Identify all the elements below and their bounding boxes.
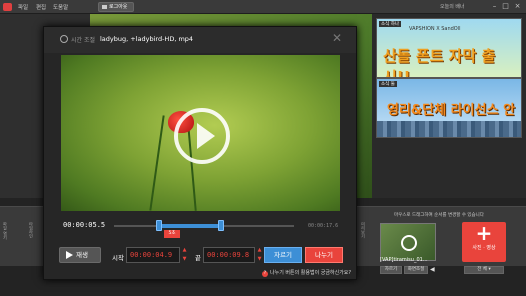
end-down-icon[interactable]: ▼: [256, 256, 263, 263]
clip-thumbnail[interactable]: [380, 223, 436, 261]
control-bar: 재생 시작 00:00:04.9 ▲ ▼ 끝 00:00:09.8 ▲ ▼ 자르…: [59, 243, 344, 267]
trim-dialog: 시간 조절 ladybug, +ladybird-HD, mp4 ✕ 00:00…: [43, 26, 357, 280]
banner-label: 오늘의 배너: [440, 4, 465, 10]
ad-subtitle: VAPSHION X SandOll: [409, 26, 461, 32]
dialog-header: 시간 조절 ladybug, +ladybird-HD, mp4 ✕: [44, 27, 356, 53]
logout-button[interactable]: 로그아웃: [98, 2, 134, 12]
logo-icon: [3, 3, 12, 11]
end-handle[interactable]: [218, 220, 224, 231]
big-play-icon[interactable]: [174, 108, 230, 164]
start-down-icon[interactable]: ▼: [181, 256, 188, 263]
speaker-icon[interactable]: ◀: [430, 266, 435, 273]
total-time: 00:00:17.6: [308, 223, 339, 229]
split-button[interactable]: 나누기: [305, 247, 343, 263]
question-icon: ?: [262, 271, 268, 277]
close-icon[interactable]: ✕: [332, 31, 342, 45]
end-label: 끝: [195, 254, 201, 262]
ad-headline: 산돌 폰트 자막 출시!!: [383, 47, 496, 78]
cut-button[interactable]: 자르기: [264, 247, 302, 263]
play-button[interactable]: 재생: [59, 247, 101, 263]
start-up-icon[interactable]: ▲: [181, 247, 188, 254]
grass-stem: [149, 115, 165, 211]
drag-hint: 마우스로 드래그하여 순서를 변경할 수 있습니다: [394, 213, 484, 218]
dialog-filename: ladybug, +ladybird-HD, mp4: [100, 35, 194, 43]
end-up-icon[interactable]: ▲: [256, 247, 263, 254]
ad-tag: 소식 둘: [379, 81, 397, 87]
menu-edit[interactable]: 편집: [36, 3, 46, 11]
plus-icon: +: [475, 221, 493, 245]
clock-icon: [60, 35, 68, 43]
start-time-field[interactable]: 00:00:04.9: [126, 247, 180, 263]
menu-file[interactable]: 파일: [18, 3, 28, 11]
side-label-preview[interactable]: 미리보기: [360, 222, 366, 238]
top-bar: 파일 편집 도움말 로그아웃 오늘의 배너 – □ ×: [0, 0, 526, 14]
dialog-title: 시간 조절: [71, 37, 95, 44]
selected-range: [159, 224, 219, 228]
clip-screen-button[interactable]: 화면조절: [404, 266, 428, 274]
start-handle[interactable]: [156, 220, 162, 231]
ad-tag: 소식 하나: [379, 21, 401, 27]
select-all-button[interactable]: 전 체 ▾: [464, 266, 504, 274]
ad-banner-license[interactable]: 소식 둘 영리&단체 라이선스 안내: [376, 78, 522, 138]
add-media-button[interactable]: + 사진 · 영상: [462, 222, 506, 262]
city-illustration: [377, 121, 521, 137]
ad-banner-font[interactable]: 소식 하나 VAPSHION X SandOll 산돌 폰트 자막 출시!!: [376, 18, 522, 78]
side-label-open[interactable]: 파일 열기: [2, 222, 8, 239]
add-media-label: 사진 · 영상: [472, 245, 496, 251]
clip-cut-button[interactable]: 자르기: [380, 266, 402, 274]
menu-help[interactable]: 도움말: [53, 3, 68, 11]
minimize-button[interactable]: –: [490, 2, 499, 11]
split-help-text: 나누기 버튼의 활용법이 궁금하신가요?: [270, 270, 352, 276]
side-label-timeline[interactable]: 타임라인: [28, 222, 34, 238]
end-time-field[interactable]: 00:00:09.8: [203, 247, 255, 263]
playhead-marker[interactable]: 5초: [164, 230, 180, 238]
clip-label: [VAP]tiramisu_01...: [380, 257, 428, 263]
play-icon: [401, 235, 417, 251]
close-window-button[interactable]: ×: [513, 2, 522, 11]
video-preview[interactable]: [61, 55, 340, 211]
maximize-button[interactable]: □: [501, 2, 510, 11]
split-help[interactable]: ? 나누기 버튼의 활용법이 궁금하신가요?: [262, 269, 351, 277]
start-label: 시작: [112, 254, 124, 262]
current-time: 00:00:05.5: [63, 221, 106, 229]
